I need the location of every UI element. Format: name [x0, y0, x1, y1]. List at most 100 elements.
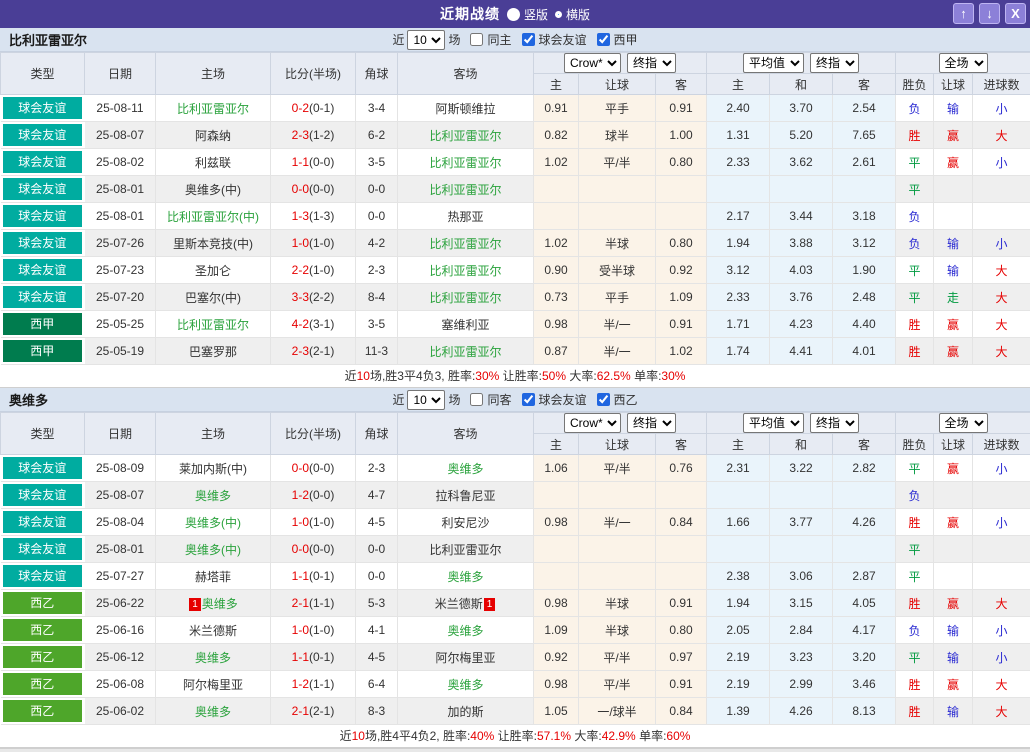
home-team[interactable]: 奥维多 — [156, 482, 271, 509]
result-goals: 大 — [973, 122, 1030, 149]
europe-home-odds: 2.40 — [707, 95, 770, 122]
league-badge: 球会友谊 — [3, 178, 83, 200]
match-row: 球会友谊25-08-02利兹联1-1(0-0)3-5比利亚雷亚尔1.02平/半0… — [1, 149, 1030, 176]
away-team[interactable]: 比利亚雷亚尔 — [398, 122, 534, 149]
away-team[interactable]: 比利亚雷亚尔 — [398, 338, 534, 365]
away-team[interactable]: 奥维多 — [398, 455, 534, 482]
scope-select[interactable]: 全场 — [939, 53, 988, 73]
home-team[interactable]: 1奥维多 — [156, 590, 271, 617]
home-team[interactable]: 里斯本竞技(中) — [156, 230, 271, 257]
europe-source-select[interactable]: 平均值 — [743, 413, 804, 433]
competition-checkbox-segunda[interactable] — [597, 393, 610, 406]
home-team[interactable]: 比利亚雷亚尔 — [156, 95, 271, 122]
europe-time-select[interactable]: 终指 — [810, 413, 859, 433]
odds-time-select[interactable]: 终指 — [627, 53, 676, 73]
away-team[interactable]: 阿尔梅里亚 — [398, 644, 534, 671]
away-team[interactable]: 加的斯 — [398, 698, 534, 725]
odds-source-select[interactable]: Crow* — [564, 413, 621, 433]
scope-select[interactable]: 全场 — [939, 413, 988, 433]
europe-source-select[interactable]: 平均值 — [743, 53, 804, 73]
league-badge: 球会友谊 — [3, 124, 83, 146]
europe-home-odds — [707, 176, 770, 203]
away-team[interactable]: 比利亚雷亚尔 — [398, 284, 534, 311]
layout-radio-horizontal[interactable]: 横版 — [555, 6, 590, 23]
away-team[interactable]: 热那亚 — [398, 203, 534, 230]
recent-count-select[interactable]: 10 — [407, 390, 445, 410]
home-team[interactable]: 米兰德斯 — [156, 617, 271, 644]
europe-time-select[interactable]: 终指 — [810, 53, 859, 73]
col-result-handicap: 让球 — [934, 434, 973, 455]
result-outcome: 胜 — [896, 122, 934, 149]
match-date: 25-08-11 — [85, 95, 156, 122]
home-team[interactable]: 奥维多 — [156, 644, 271, 671]
europe-away-odds: 1.90 — [833, 257, 896, 284]
competition-checkbox-laliga[interactable] — [597, 33, 610, 46]
away-team[interactable]: 阿斯顿维拉 — [398, 95, 534, 122]
asia-home-odds — [534, 536, 579, 563]
home-team[interactable]: 比利亚雷亚尔(中) — [156, 203, 271, 230]
away-team-name: 比利亚雷亚尔 — [429, 291, 501, 305]
away-team[interactable]: 比利亚雷亚尔 — [398, 536, 534, 563]
match-date: 25-05-19 — [85, 338, 156, 365]
away-team[interactable]: 比利亚雷亚尔 — [398, 149, 534, 176]
halftime-score: (2-2) — [309, 290, 334, 304]
away-team[interactable]: 奥维多 — [398, 671, 534, 698]
home-team[interactable]: 奥维多(中) — [156, 509, 271, 536]
recent-count-select[interactable]: 10 — [407, 30, 445, 50]
match-row: 西甲25-05-19巴塞罗那2-3(2-1)11-3比利亚雷亚尔0.87半/一1… — [1, 338, 1030, 365]
close-button[interactable]: X — [1005, 3, 1026, 24]
away-team[interactable]: 利安尼沙 — [398, 509, 534, 536]
same-venue-checkbox[interactable] — [470, 393, 483, 406]
home-team[interactable]: 赫塔菲 — [156, 563, 271, 590]
away-team[interactable]: 比利亚雷亚尔 — [398, 176, 534, 203]
league-badge: 球会友谊 — [3, 259, 83, 281]
europe-home-odds: 1.39 — [707, 698, 770, 725]
competition-checkbox-friendly[interactable] — [522, 33, 535, 46]
col-result-handicap: 让球 — [934, 74, 973, 95]
league-badge-cell: 球会友谊 — [1, 257, 85, 284]
halftime-score: (2-1) — [309, 704, 334, 718]
result-goals — [973, 563, 1030, 590]
asia-handicap: 半/一 — [579, 311, 656, 338]
away-team[interactable]: 塞维利亚 — [398, 311, 534, 338]
asia-away-odds: 0.91 — [656, 590, 707, 617]
away-team[interactable]: 奥维多 — [398, 617, 534, 644]
europe-draw-odds — [770, 482, 833, 509]
europe-draw-odds: 4.26 — [770, 698, 833, 725]
match-date: 25-08-01 — [85, 536, 156, 563]
move-up-button[interactable]: ↑ — [953, 3, 974, 24]
match-date: 25-06-22 — [85, 590, 156, 617]
summary-text: 近 — [345, 369, 357, 383]
halftime-score: (0-1) — [309, 101, 334, 115]
away-team[interactable]: 拉科鲁尼亚 — [398, 482, 534, 509]
home-team[interactable]: 奥维多(中) — [156, 536, 271, 563]
odds-time-select[interactable]: 终指 — [627, 413, 676, 433]
league-badge-cell: 球会友谊 — [1, 122, 85, 149]
match-date: 25-08-02 — [85, 149, 156, 176]
home-team[interactable]: 圣加仑 — [156, 257, 271, 284]
summary-text: 大率: — [571, 729, 602, 743]
away-team[interactable]: 比利亚雷亚尔 — [398, 230, 534, 257]
europe-away-odds: 4.26 — [833, 509, 896, 536]
home-team[interactable]: 奥维多 — [156, 698, 271, 725]
layout-radio-vertical[interactable]: 竖版 — [507, 6, 548, 23]
away-team[interactable]: 奥维多 — [398, 563, 534, 590]
move-down-button[interactable]: ↓ — [979, 3, 1000, 24]
home-team[interactable]: 莱加内斯(中) — [156, 455, 271, 482]
away-team[interactable]: 米兰德斯1 — [398, 590, 534, 617]
same-venue-checkbox[interactable] — [470, 33, 483, 46]
home-team[interactable]: 阿森纳 — [156, 122, 271, 149]
match-row: 球会友谊25-08-01奥维多(中)0-0(0-0)0-0比利亚雷亚尔平 — [1, 536, 1030, 563]
home-team[interactable]: 阿尔梅里亚 — [156, 671, 271, 698]
home-team[interactable]: 利兹联 — [156, 149, 271, 176]
section-filter-bar: 奥维多 近 10 场 同客 球会友谊 西乙 — [0, 388, 1030, 412]
col-asia-away: 客 — [656, 434, 707, 455]
competition-checkbox-friendly[interactable] — [522, 393, 535, 406]
home-team[interactable]: 奥维多(中) — [156, 176, 271, 203]
home-team[interactable]: 巴塞罗那 — [156, 338, 271, 365]
home-team[interactable]: 比利亚雷亚尔 — [156, 311, 271, 338]
away-team[interactable]: 比利亚雷亚尔 — [398, 257, 534, 284]
corner-score: 6-2 — [356, 122, 398, 149]
odds-source-select[interactable]: Crow* — [564, 53, 621, 73]
home-team[interactable]: 巴塞尔(中) — [156, 284, 271, 311]
